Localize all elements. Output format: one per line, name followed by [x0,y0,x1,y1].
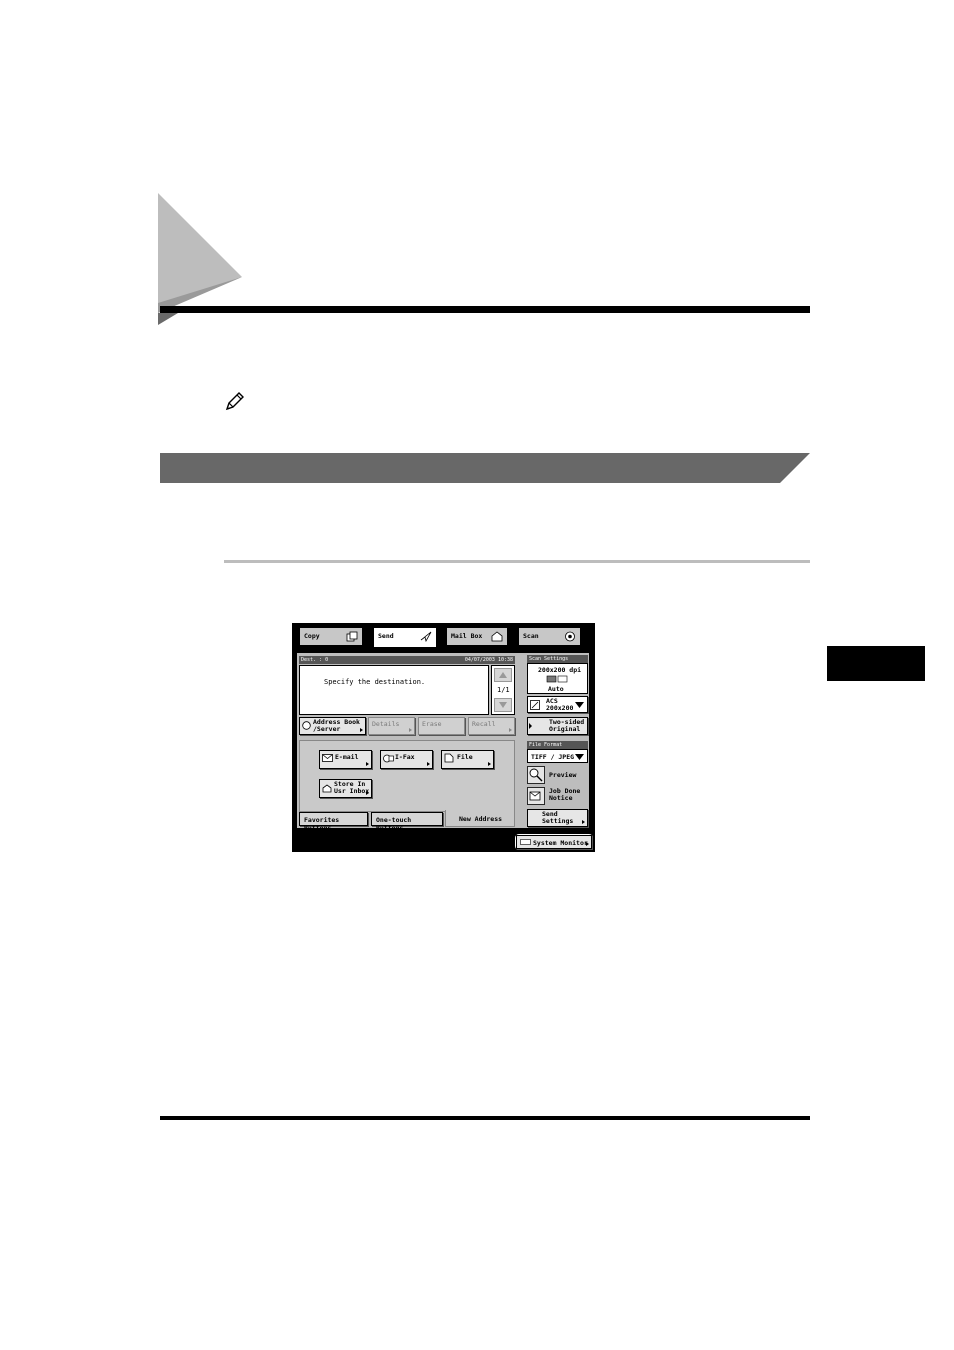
file-format-value: TIFF / JPEG [531,753,575,761]
scan-settings-header-label: Scan Settings [529,656,569,662]
scroll-down-button[interactable] [494,698,512,712]
page-footer-rule [160,1116,810,1120]
job-done-notice-label: Job Done Notice [549,787,581,802]
ifax-button[interactable]: I-Fax [380,750,433,769]
destination-message: Specify the destination. [324,678,426,686]
resolution-value: 200x200 dpi [538,666,582,674]
address-book-arrow-icon [360,728,363,732]
two-sided-original-button[interactable]: Two-sided Original [527,717,588,735]
scan-settings-box[interactable]: 200x200 dpi Auto [527,663,588,694]
new-address-label: New Address [459,815,503,823]
density-icon [546,675,568,683]
one-touch-label: One-touch Buttons [376,816,412,832]
email-button[interactable]: E-mail [319,750,372,769]
store-in-user-inbox-button[interactable]: Store In Usr Inbox [319,779,372,798]
address-book-icon [302,721,311,730]
favorites-label: Favorites Buttons [304,816,340,832]
send-settings-label: Send Settings [542,810,574,825]
step-divider [224,560,810,563]
system-monitor-button[interactable]: System Monitor [516,835,592,849]
chapter-title-rule [160,306,810,313]
scan-icon [565,631,575,642]
new-address-tab[interactable]: New Address [445,810,515,827]
tab-copy[interactable]: Copy [299,627,363,646]
scroll-up-button[interactable] [494,668,512,682]
chevron-down-icon [575,754,584,760]
recall-label: Recall [472,720,496,728]
tab-scan[interactable]: Scan [518,627,581,646]
two-sided-arrow-icon [529,723,532,729]
email-arrow-icon [366,762,369,766]
tab-mailbox-label: Mail Box [451,632,483,640]
file-format-header: File Format [527,741,588,749]
store-inbox-label: Store In Usr Inbox [334,780,370,795]
arrow-up-icon [499,672,507,678]
email-label: E-mail [335,753,359,761]
job-done-notice-icon [527,787,545,805]
ifax-label: I-Fax [395,753,415,761]
scan-mode-value: ACS 200x200 [546,697,574,712]
note-pencil-icon [225,392,244,411]
erase-label: Erase [422,720,442,728]
page-indicator: 1/1 [497,686,510,694]
file-format-header-label: File Format [529,742,563,748]
preview-icon [527,766,545,784]
file-arrow-icon [488,762,491,766]
file-icon [444,753,454,763]
send-screen: Copy Send Mail Box Scan Dest. : 0 04/07/… [292,623,595,852]
system-monitor-label: System Monitor [533,839,588,847]
tab-scan-label: Scan [523,632,539,640]
favorites-buttons-tab[interactable]: Favorites Buttons [299,812,368,832]
density-value: Auto [548,685,564,693]
recall-button[interactable]: Recall [468,717,515,735]
file-label: File [457,753,473,761]
address-book-label: Address Book /Server [313,718,360,733]
send-settings-arrow-icon [582,820,585,824]
inbox-icon [322,784,332,793]
arrow-down-icon [499,702,507,708]
details-label: Details [372,720,400,728]
two-sided-label: Two-sided Original [549,718,585,733]
file-format-dropdown[interactable]: TIFF / JPEG [527,749,588,763]
copy-icon [346,631,358,642]
destination-count: Dest. : 0 [301,657,329,663]
scan-mode-dropdown[interactable]: ACS 200x200 [527,696,588,713]
destination-scroll: 1/1 [491,665,515,715]
tab-send-label: Send [378,632,394,640]
preview-button[interactable]: Preview [527,766,588,784]
erase-button[interactable]: Erase [418,717,465,735]
mailbox-icon [491,631,503,642]
email-icon [322,754,333,762]
job-done-notice-button[interactable]: Job Done Notice [527,787,588,805]
address-book-button[interactable]: Address Book /Server [299,717,366,735]
monitor-icon [520,839,531,845]
message-area: Specify the destination. [299,665,489,715]
tab-mail-box[interactable]: Mail Box [446,627,508,646]
details-button[interactable]: Details [368,717,415,735]
chevron-down-icon [575,702,584,708]
send-settings-button[interactable]: Send Settings [527,809,588,827]
chapter-thumb-tab [827,646,925,681]
details-arrow-icon [409,728,412,732]
ifax-arrow-icon [427,762,430,766]
file-button[interactable]: File [441,750,494,769]
status-bar: Dest. : 0 04/07/2003 10:38 [299,656,515,664]
scan-mode-icon [530,700,540,710]
preview-label: Preview [549,771,577,779]
send-icon [420,631,432,642]
tab-send[interactable]: Send [373,627,437,648]
tab-copy-label: Copy [304,632,320,640]
one-touch-buttons-tab[interactable]: One-touch Buttons [371,812,443,832]
date-time: 04/07/2003 10:38 [464,657,513,663]
system-monitor-arrow-icon [586,842,589,846]
section-heading-band [160,453,810,483]
scan-settings-header: Scan Settings [527,655,588,663]
ifax-icon [383,754,394,763]
recall-arrow-icon [509,728,512,732]
store-inbox-arrow-icon [366,791,369,795]
